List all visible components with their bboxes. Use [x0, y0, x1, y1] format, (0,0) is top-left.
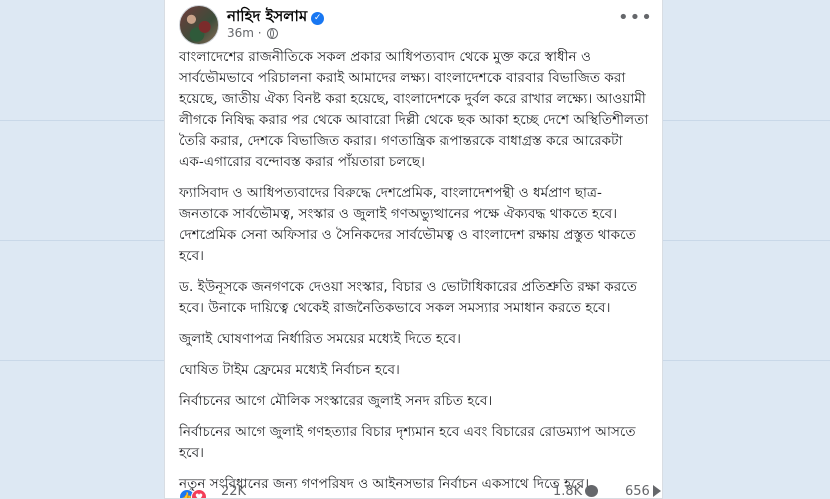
post-paragraph: ফ্যাসিবাদ ও আধিপত্যবাদের বিরুদ্ধে দেশপ্র… [179, 185, 636, 264]
post-paragraph: ড. ইউনূসকে জনগণকে দেওয়া সংস্কার, বিচার … [179, 279, 637, 316]
comments-count: 1.8K [553, 484, 583, 499]
author-name[interactable]: নাহিদ ইসলাম [227, 7, 307, 25]
post-body: বাংলাদেশের রাজনীতিকে সকল প্রকার আধিপত্যব… [179, 47, 651, 498]
globe-icon [267, 28, 279, 39]
share-icon [652, 485, 661, 497]
comment-icon [585, 485, 599, 497]
verified-badge-icon: ✓ [311, 12, 325, 25]
post-paragraph: নির্বাচনের আগে মৌলিক সংস্কারের জুলাই সনদ… [179, 393, 493, 409]
post-stats: 👍 ♥ 22K 1.8K 656 [177, 484, 661, 499]
more-options-button[interactable]: ••• [618, 9, 652, 32]
post-paragraph: ঘোষিত টাইম ফ্রেমের মধ্যেই নির্বাচন হবে। [179, 362, 400, 378]
shares-count: 656 [625, 484, 650, 499]
post-header: নাহিদ ইসলাম ✓ 36m · ••• [179, 4, 652, 45]
meta-separator: · [257, 26, 262, 40]
post-paragraph: জুলাই ঘোষণাপত্র নির্ধারিত সময়ের মধ্যেই … [179, 331, 461, 347]
post-paragraph: নির্বাচনের আগে জুলাই গণহত্যার বিচার দৃশ্… [179, 424, 636, 461]
reactions-count[interactable]: 22K [221, 484, 246, 498]
post-paragraph: বাংলাদেশের রাজনীতিকে সকল প্রকার আধিপত্যব… [179, 49, 649, 170]
shares-count-link[interactable]: 656 [625, 484, 661, 499]
author-avatar[interactable] [179, 5, 219, 45]
post-card: নাহিদ ইসলাম ✓ 36m · ••• বাংলাদেশের রাজনীত… [164, 0, 663, 499]
reaction-icons[interactable]: 👍 ♥ [179, 485, 207, 498]
love-icon: ♥ [191, 489, 207, 498]
post-time[interactable]: 36m [227, 26, 254, 40]
post-meta: 36m · [227, 26, 279, 40]
comments-count-link[interactable]: 1.8K [553, 484, 599, 499]
